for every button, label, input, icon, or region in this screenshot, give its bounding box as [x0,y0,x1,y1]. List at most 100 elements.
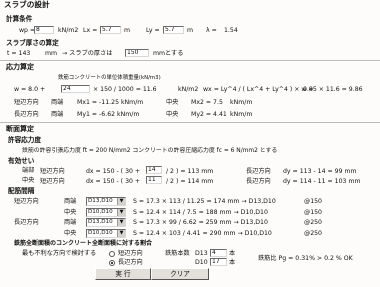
allowable-text: 鉄筋の許容引張応力度 ft = 200 N/mm2 コンクリートの許容圧縮応力度… [22,148,278,154]
moment-row-unit: kNm/m [230,99,253,106]
w-unit: kN/m2 [178,86,199,93]
calc-direction-label: 最も不利な方向で検討する [22,250,97,257]
d10-unit: 本 [229,259,236,266]
radio-long-label: 長辺方向 [118,259,143,266]
divider [0,122,380,123]
moment-row-dir: 短辺方向 [14,99,39,106]
radio-short-label: 短辺方向 [118,250,143,257]
rebar-select-value: D13,D10 [88,219,113,225]
rebar-spacing-heading: 配筋間隔 [8,187,35,195]
page-title: スラブの設計 [4,0,50,9]
moment-row-pos: 両端 [51,99,64,106]
bar-dia-edge-input[interactable]: 14 [146,166,162,174]
radio-short-direction[interactable] [109,251,115,257]
lx-label: Lx = [83,27,98,34]
rebar-row-pos: 両端 [64,198,77,205]
moment-row-dir: 長辺方向 [14,111,39,118]
rebar-row-pitch: @150 [304,209,322,216]
rebar-row-calc: S = 17.3 × 99 / 6.62 = 259 mm → D13,D10 [133,219,268,226]
rebar-select[interactable]: D13,D10 ▼ [86,218,126,227]
ly-label: Ly = [146,27,160,34]
rebar-select[interactable]: D10,D10 ▼ [86,229,126,238]
rebar-row-calc: S = 12.4 × 103 / 4.41 = 290 mm → D10,D10 [133,230,272,237]
w-label: w = 8.0 + [14,86,46,93]
divider [0,60,380,61]
rebar-row-pos: 両端 [64,219,77,226]
chevron-down-icon: ▼ [117,230,125,237]
bar-dia-center-input[interactable]: 11 [146,176,162,184]
moment-row-m1: My1 = -6.62 kNm/m [77,111,140,118]
ly-unit: m [187,27,194,34]
thickness-input[interactable]: 150 [125,49,149,57]
short-dir-label: 短辺方向 [40,178,65,185]
long-dir-label: 長辺方向 [246,168,271,175]
rebar-row-dir: 長辺方向 [14,219,39,226]
unit-weight-input[interactable]: 24 [61,85,90,93]
rebar-select[interactable]: D10,D10 ▼ [86,208,126,217]
edge-label: 端部 [22,167,35,174]
d10-label: D10 [195,259,208,266]
moment-row-m1: Mx1 = -11.25 kNm/m [77,99,144,106]
lx-input[interactable]: 5.7 [100,26,121,34]
wp-unit: kN/m2 [58,27,79,34]
dy-edge: dy = 113 - 14 = 99 mm [283,168,357,175]
chevron-down-icon: ▼ [117,198,125,205]
stress-heading: 応力算定 [6,63,34,71]
dy-center: dy = 114 - 11 = 103 mm [283,178,361,185]
lambda-value: 1.54 [224,27,238,34]
rebar-select[interactable]: D13,D10 ▼ [86,197,126,206]
bar-count-label: 鉄筋本数 [165,250,190,257]
long-dir-label: 長辺方向 [246,178,271,185]
clear-button[interactable]: クリア [151,268,209,280]
wp-label: wp = [19,27,36,34]
moment-row-pos: 両端 [51,111,64,118]
rebar-row-pitch: @150 [304,198,322,205]
radio-long-direction[interactable] [109,260,115,266]
moment-row-pos2: 中央 [166,99,179,106]
rebar-row-pitch: @250 [304,219,322,226]
ly-input[interactable]: 5.7 [163,26,184,34]
thickness-t-unit: mm [45,50,58,57]
wx-expression: wx = Ly^4 / ( Lx^4 + Ly^4 ) × w = [203,86,314,93]
wx-values: 0.85 × 11.6 = 9.86 [303,86,363,93]
dx-center-post: / 2 ) = 114 mm [166,178,214,185]
rebar-row-calc: S = 12.4 × 114 / 7.5 = 188 mm → D10,D10 [133,209,268,216]
center-label: 中央 [22,177,35,184]
thickness-t: t = 143 [7,50,31,57]
unit-weight-label: 鉄筋コンクリートの単位体積重量(kN/m3) [58,75,161,81]
dx-edge-post: / 2 ) = 113 mm [166,168,214,175]
moment-row-unit: kNm/m [230,111,253,118]
dx-center-pre: dx = 150 - ( 30 + [86,178,141,185]
thickness-arrow-text: → スラブの厚さは [62,50,113,57]
rebar-row-calc: S = 17.3 × 113 / 11.25 = 174 mm → D13,D1… [133,198,276,205]
chevron-down-icon: ▼ [117,209,125,216]
chevron-down-icon: ▼ [117,219,125,226]
dx-edge-pre: dx = 150 - ( 30 + [86,168,141,175]
ratio-heading: 鉄筋全断面積のコンクリート全断面積に対する割合 [14,240,153,247]
rebar-row-pos: 中央 [64,209,77,216]
section-heading: 断面算定 [6,125,34,133]
moment-row-m2: Mx2 = 7.5 [191,99,223,106]
rebar-row-pitch: @250 [304,230,322,237]
effective-depth-heading: 有効せい [8,157,35,165]
rebar-select-value: D10,D10 [88,209,113,215]
run-button[interactable]: 実 行 [95,268,151,280]
allowable-heading: 許容応力度 [8,136,41,144]
rebar-select-value: D13,D10 [88,198,113,204]
lx-unit: m [124,27,131,34]
rebar-select-value: D10,D10 [88,230,113,236]
moment-row-m2: My2 = 4.41 [191,111,227,118]
thickness-suffix: mmとする [153,50,184,57]
design-conditions-heading: 計算条件 [6,15,33,23]
reinforcement-ratio-result: 鉄筋比 Pg = 0.31% > 0.2 % OK [258,255,353,262]
d13-count-input[interactable]: 4 [210,249,227,257]
w-expression: × 150 / 1000 = 11.6 [93,86,157,93]
lambda-label: λ = [206,27,217,34]
d10-count-input[interactable]: 17 [210,258,227,266]
d13-label: D13 [195,250,208,257]
rebar-row-pos: 中央 [64,230,77,237]
d13-unit: 本 [229,250,236,257]
moment-row-pos2: 中央 [166,111,179,118]
rebar-row-dir: 短辺方向 [14,198,39,205]
wp-input[interactable]: 8 [34,26,54,34]
